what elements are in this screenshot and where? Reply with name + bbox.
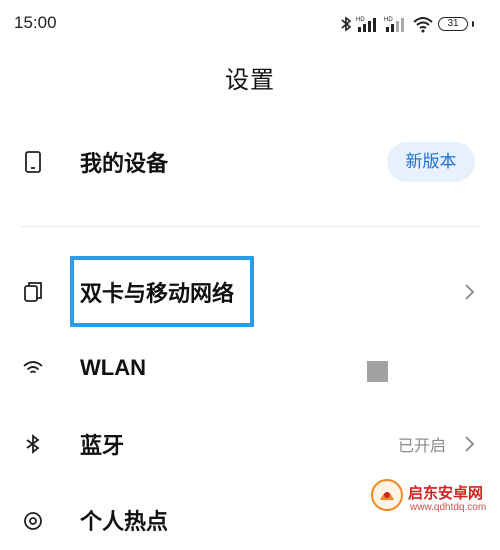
chevron-right-icon — [465, 284, 475, 300]
row-label: 个人热点 — [80, 510, 169, 535]
watermark-url: www.qdhtdq.com — [410, 502, 487, 513]
hotspot-icon — [24, 512, 42, 530]
hd-signal-icon: HD — [356, 17, 376, 32]
bluetooth-icon — [341, 16, 352, 32]
battery-cap — [472, 21, 474, 27]
svg-text:HD: HD — [384, 17, 393, 23]
watermark: 启东安卓网 www.qdhtdq.com — [370, 470, 500, 521]
hd-signal-icon: HD — [384, 17, 404, 32]
settings-row-bluetooth[interactable]: 蓝牙 已开启 — [0, 414, 500, 474]
phone-icon — [25, 151, 41, 173]
site-logo-icon — [371, 479, 403, 511]
row-label: 我的设备 — [80, 152, 169, 177]
settings-row-my-device[interactable]: 我的设备 新版本 — [0, 132, 500, 192]
bluetooth-status: 已开启 — [397, 436, 446, 455]
row-label: 蓝牙 — [80, 434, 125, 459]
status-icons: HD HD 31 — [340, 13, 474, 35]
battery-indicator: 31 — [438, 17, 468, 31]
new-version-badge[interactable]: 新版本 — [387, 142, 475, 182]
wifi-icon — [413, 17, 433, 33]
section-divider — [20, 226, 480, 227]
settings-row-wlan[interactable]: WLAN — [0, 338, 500, 398]
watermark-name: 启东安卓网 — [408, 484, 484, 502]
row-label: WLAN — [80, 355, 146, 380]
highlight-box — [70, 256, 254, 327]
status-bar: 15:00 HD HD 31 — [0, 0, 500, 48]
redaction-square — [367, 361, 388, 382]
bluetooth-icon — [26, 434, 40, 454]
dual-sim-icon — [24, 282, 42, 302]
status-time: 15:00 — [14, 13, 57, 32]
svg-text:HD: HD — [356, 17, 365, 23]
wifi-icon — [23, 361, 43, 374]
page-title: 设置 — [225, 66, 275, 94]
chevron-right-icon — [465, 436, 475, 452]
